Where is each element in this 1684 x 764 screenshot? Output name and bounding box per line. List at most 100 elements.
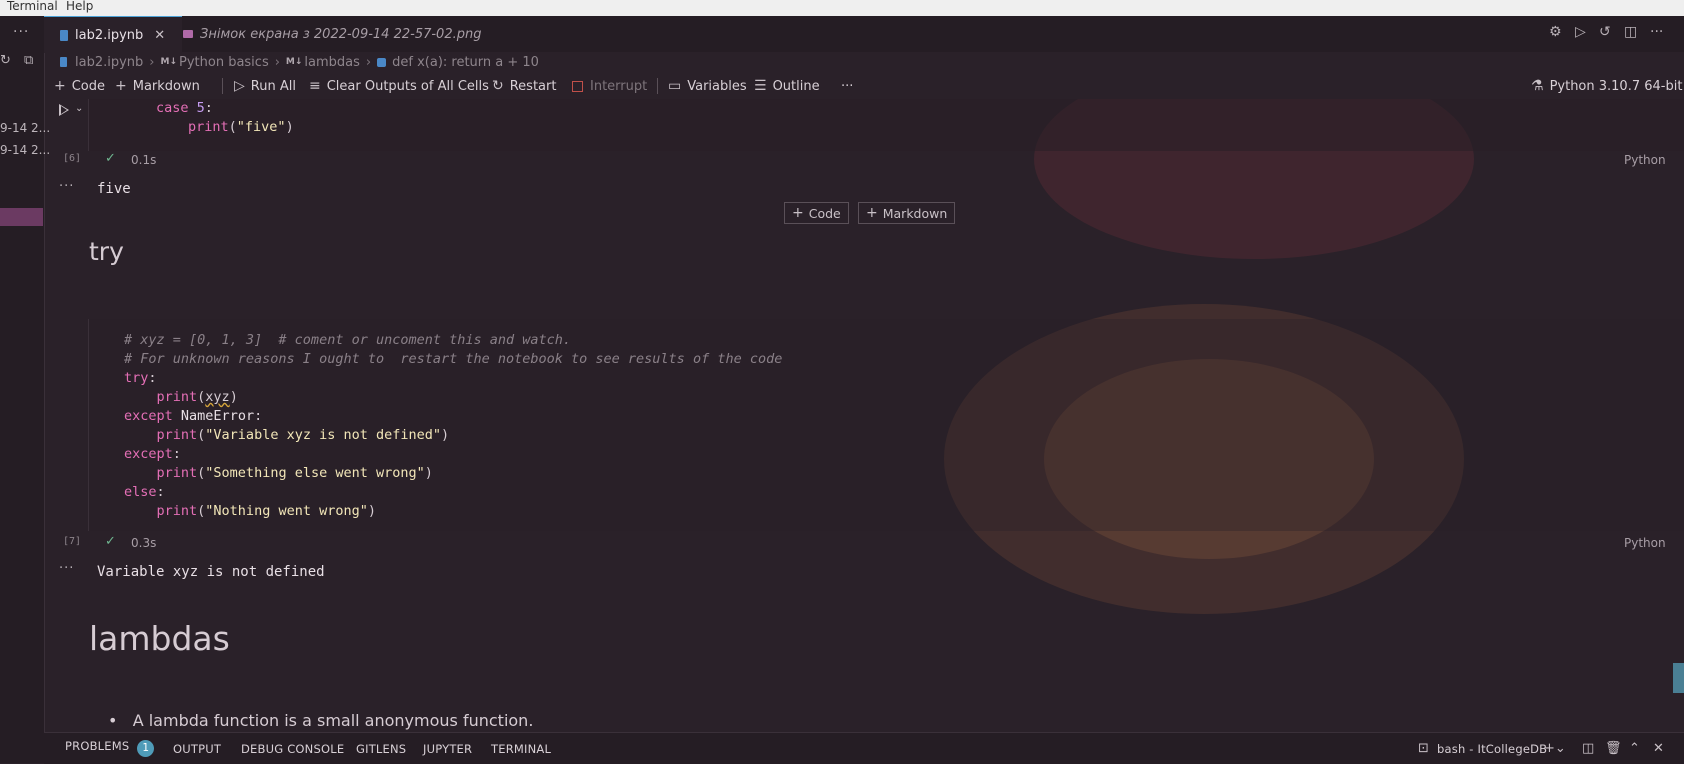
punct: : xyxy=(204,100,213,116)
code-block: # xyz = [0, 1, 3] # coment or uncoment t… xyxy=(124,332,783,519)
button-label: Markdown xyxy=(132,78,200,94)
notebook-toolbar: + Code + Markdown ▷ Run All ≡ Clear Outp… xyxy=(44,73,1684,99)
chevron-down-icon[interactable]: ⌄ xyxy=(75,103,83,114)
cell-language[interactable]: Python xyxy=(1624,153,1666,167)
execution-time: 0.3s xyxy=(131,536,157,550)
keyword: except xyxy=(124,446,173,462)
explorer-item[interactable]: 9-14 2... xyxy=(0,143,50,157)
function-name: print xyxy=(156,503,198,519)
markdown-heading[interactable]: lambdas xyxy=(89,619,230,658)
button-label: Variables xyxy=(687,78,747,94)
button-label: Restart xyxy=(509,78,557,94)
string: "Variable xyz is not defined" xyxy=(205,427,441,443)
markdown-icon: M↓ xyxy=(160,57,178,67)
punct: ( xyxy=(228,119,237,135)
run-icon[interactable]: ▷ xyxy=(1575,24,1586,40)
check-icon: ✓ xyxy=(105,534,116,549)
punct: ) xyxy=(285,119,294,135)
explorer-item[interactable]: 9-14 2... xyxy=(0,121,50,135)
chevron-right-icon: › xyxy=(365,54,372,70)
punct: : xyxy=(156,484,165,500)
scrollbar-thumb[interactable] xyxy=(1673,663,1684,693)
tab-label: PROBLEMS xyxy=(65,739,130,753)
list-item-text: A lambda function is a small anonymous f… xyxy=(132,711,534,730)
tab-jupyter[interactable]: JUPYTER xyxy=(423,742,472,756)
code-cell[interactable] xyxy=(88,99,1684,151)
trash-icon[interactable]: 🗑 xyxy=(1605,741,1622,756)
restart-button[interactable]: ↻ Restart xyxy=(492,73,556,99)
chevron-right-icon: › xyxy=(274,54,280,70)
close-icon[interactable]: ✕ xyxy=(154,28,165,43)
tab-terminal[interactable]: TERMINAL xyxy=(491,742,551,756)
number: 5 xyxy=(196,100,205,116)
clear-outputs-button[interactable]: ≡ Clear Outputs of All Cells xyxy=(309,73,489,99)
interrupt-button[interactable]: Interrupt xyxy=(572,73,647,99)
image-icon xyxy=(183,30,193,38)
toolbar-divider xyxy=(657,78,658,94)
code-line: case 5: xyxy=(156,99,213,118)
tab-output[interactable]: OUTPUT xyxy=(173,742,221,756)
check-icon: ✓ xyxy=(105,151,116,166)
toolbar-divider xyxy=(222,78,223,94)
kernel-icon: ⚗ xyxy=(1531,78,1544,94)
notebook-icon xyxy=(60,57,67,67)
editor-tab-bar: lab2.ipynb ✕ Знімок екрана з 2022-09-14 … xyxy=(44,16,1684,53)
punct: : xyxy=(148,370,157,386)
more-icon[interactable]: ··· xyxy=(1650,24,1663,40)
plus-icon: + xyxy=(54,78,66,94)
function-name: print xyxy=(188,119,229,135)
run-cell-icon[interactable] xyxy=(59,104,69,116)
menu-help[interactable]: Help xyxy=(66,0,93,13)
insert-code-cell-button[interactable]: + Code xyxy=(784,202,849,224)
markdown-heading[interactable]: try xyxy=(89,237,124,266)
terminal-selector[interactable]: bash - ItCollegeDB xyxy=(1437,742,1547,756)
outline-button[interactable]: ☰ Outline xyxy=(754,73,820,99)
restart-icon: ↻ xyxy=(492,78,504,94)
breadcrumb-symbol[interactable]: def x(a): return a + 10 xyxy=(392,55,539,70)
keyword: case xyxy=(156,100,197,116)
kernel-picker[interactable]: ⚗ Python 3.10.7 64-bit xyxy=(1531,73,1682,99)
split-terminal-icon[interactable]: ◫ xyxy=(1582,741,1594,756)
run-all-button[interactable]: ▷ Run All xyxy=(234,73,296,99)
tab-lab2[interactable]: lab2.ipynb ✕ xyxy=(44,16,182,53)
maximize-panel-icon[interactable]: ⌃ xyxy=(1629,741,1640,756)
comment: # xyz = [0, 1, 3] # coment or uncoment t… xyxy=(124,332,572,348)
function-name: print xyxy=(156,389,198,405)
tab-debug-console[interactable]: DEBUG CONSOLE xyxy=(241,742,344,756)
cell-output: five xyxy=(97,181,131,197)
function-name: print xyxy=(156,465,198,481)
add-code-cell-button[interactable]: + Code xyxy=(54,73,105,99)
new-terminal-icon[interactable]: +⌄ xyxy=(1544,741,1566,756)
collapse-all-icon[interactable]: ⧉ xyxy=(24,53,33,68)
insert-markdown-cell-button[interactable]: + Markdown xyxy=(858,202,956,224)
add-markdown-cell-button[interactable]: + Markdown xyxy=(115,73,200,99)
output-more-button[interactable]: ··· xyxy=(59,179,74,194)
menu-bar: Terminal Help xyxy=(0,0,1684,16)
cell-language[interactable]: Python xyxy=(1624,536,1666,550)
output-more-button[interactable]: ··· xyxy=(59,561,74,576)
toolbar-more-button[interactable]: ··· xyxy=(841,73,853,99)
close-panel-icon[interactable]: ✕ xyxy=(1653,741,1664,756)
tab-gitlens[interactable]: GITLENS xyxy=(356,742,406,756)
history-icon[interactable]: ↺ xyxy=(1599,24,1611,40)
breadcrumb-section[interactable]: Python basics xyxy=(179,55,269,70)
explorer-selected-item[interactable] xyxy=(0,208,43,226)
bottom-panel: PROBLEMS 1 OUTPUT DEBUG CONSOLE GITLENS J… xyxy=(44,732,1684,764)
run-all-icon: ▷ xyxy=(234,78,245,94)
execution-time: 0.1s xyxy=(131,153,157,167)
refresh-icon[interactable]: ↻ xyxy=(0,53,11,68)
gear-icon[interactable]: ⚙ xyxy=(1549,24,1562,40)
plus-icon: + xyxy=(866,205,878,221)
markdown-icon: M↓ xyxy=(285,57,303,67)
tab-screenshot-image[interactable]: Знімок екрана з 2022-09-14 22-57-02.png xyxy=(183,16,483,52)
variables-button[interactable]: ▭ Variables xyxy=(668,73,747,99)
split-editor-icon[interactable]: ◫ xyxy=(1624,24,1637,40)
breadcrumb-file[interactable]: lab2.ipynb xyxy=(75,55,143,70)
punct: : xyxy=(254,408,263,424)
keyword: try xyxy=(124,370,149,386)
menu-terminal[interactable]: Terminal xyxy=(7,0,58,13)
sidebar-more-button[interactable]: ··· xyxy=(13,24,29,40)
punct: : xyxy=(172,446,181,462)
breadcrumb-subsection[interactable]: lambdas xyxy=(304,55,360,70)
tab-problems[interactable]: PROBLEMS 1 xyxy=(65,739,155,757)
